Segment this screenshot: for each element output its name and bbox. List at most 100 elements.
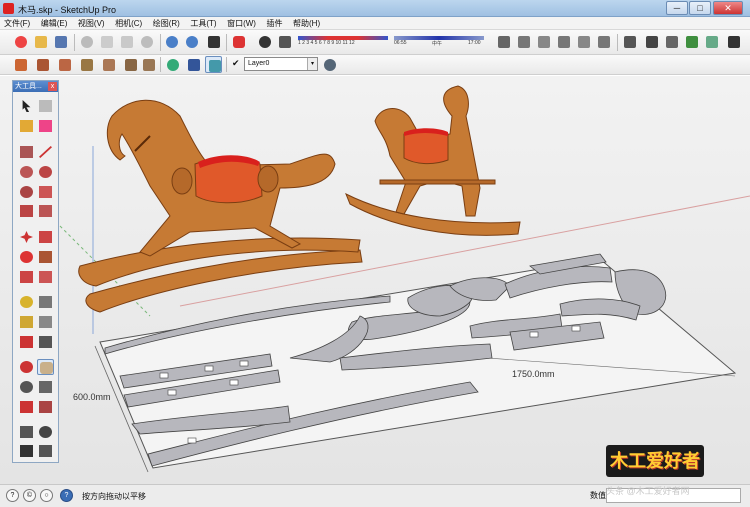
select-icon[interactable] <box>18 98 35 114</box>
geo-location-icon[interactable]: ? <box>6 489 19 502</box>
zoom-window-icon[interactable] <box>37 379 54 395</box>
tape-measure-icon[interactable] <box>18 294 35 310</box>
cut-icon[interactable] <box>78 33 96 51</box>
shadow-settings-icon[interactable] <box>276 33 294 51</box>
3d-text-icon[interactable] <box>37 334 54 350</box>
secondary-toolbar: ✔ Layer0 ▾ <box>0 55 750 75</box>
model-canvas[interactable]: 600.0mm 1750.0mm <box>0 76 750 484</box>
section-plane-tool-icon[interactable] <box>37 443 54 459</box>
top-view-icon[interactable] <box>515 33 533 51</box>
menu-camera[interactable]: 相机(C) <box>111 17 146 30</box>
model-viewport[interactable]: 600.0mm 1750.0mm <box>0 76 750 484</box>
look-around-icon[interactable] <box>37 424 54 440</box>
scale-icon[interactable] <box>18 269 35 285</box>
text-icon[interactable] <box>37 314 54 330</box>
instructor-icon[interactable]: ? <box>60 489 73 502</box>
credits-icon[interactable]: © <box>23 489 36 502</box>
right-view-icon[interactable] <box>555 33 573 51</box>
drape-icon[interactable] <box>100 56 117 73</box>
new-file-icon[interactable] <box>12 33 30 51</box>
freehand-icon[interactable] <box>37 184 54 200</box>
undo-icon[interactable] <box>163 33 181 51</box>
left-view-icon[interactable] <box>595 33 613 51</box>
follow-me-icon[interactable] <box>37 249 54 265</box>
close-button[interactable]: ✕ <box>713 1 743 15</box>
display-shadows-icon[interactable] <box>256 33 274 51</box>
back-view-icon[interactable] <box>575 33 593 51</box>
zoom-extents-icon[interactable] <box>18 399 35 415</box>
shaded-icon[interactable] <box>683 33 701 51</box>
rotate-icon[interactable] <box>18 249 35 265</box>
flip-edge-icon[interactable] <box>140 56 157 73</box>
xray-icon[interactable] <box>621 33 639 51</box>
erase-icon[interactable] <box>138 33 156 51</box>
arc-icon[interactable] <box>37 164 54 180</box>
layer-manager-icon[interactable] <box>321 56 338 73</box>
push-pull-icon[interactable] <box>37 229 54 245</box>
move-icon[interactable] <box>18 229 35 245</box>
eraser-icon[interactable] <box>37 118 54 134</box>
position-camera-tool-icon[interactable] <box>18 424 35 440</box>
menu-window[interactable]: 窗口(W) <box>223 17 260 30</box>
menu-file[interactable]: 文件(F) <box>0 17 34 30</box>
front-view-icon[interactable] <box>535 33 553 51</box>
minimize-button[interactable]: ─ <box>666 1 688 15</box>
offset-icon[interactable] <box>37 269 54 285</box>
zoom-icon[interactable] <box>18 379 35 395</box>
menu-draw[interactable]: 绘图(R) <box>149 17 184 30</box>
user-icon[interactable]: ○ <box>40 489 53 502</box>
walk-icon[interactable] <box>18 443 35 459</box>
model-info-icon[interactable] <box>230 33 248 51</box>
pan-hand-icon[interactable] <box>37 359 54 375</box>
window-title: 木马.skp - SketchUp Pro <box>18 5 117 15</box>
wireframe-icon[interactable] <box>643 33 661 51</box>
menu-help[interactable]: 帮助(H) <box>289 17 324 30</box>
sandbox-icon[interactable] <box>12 56 29 73</box>
section-plane-icon[interactable] <box>205 56 222 73</box>
orbit-tool-icon[interactable] <box>18 359 35 375</box>
menu-tools[interactable]: 工具(T) <box>186 17 220 30</box>
position-camera-icon[interactable] <box>185 56 202 73</box>
component-icon[interactable] <box>37 98 54 114</box>
dimension-icon[interactable] <box>37 294 54 310</box>
smoove-icon[interactable] <box>56 56 73 73</box>
hidden-line-icon[interactable] <box>663 33 681 51</box>
orbit-icon[interactable] <box>164 56 181 73</box>
maximize-button[interactable]: □ <box>689 1 711 15</box>
menu-edit[interactable]: 编辑(E) <box>37 17 72 30</box>
copy-icon[interactable] <box>98 33 116 51</box>
pie-icon[interactable] <box>37 203 54 219</box>
print-icon[interactable] <box>205 33 223 51</box>
palette-close-button[interactable]: x <box>48 82 57 91</box>
circle-icon[interactable] <box>18 164 35 180</box>
layer-visible-checkmark-icon[interactable]: ✔ <box>232 58 240 69</box>
shadow-time-slider[interactable]: 06:55 中午 17:00 <box>394 36 484 50</box>
shaded-textures-icon[interactable] <box>703 33 721 51</box>
paint-bucket-icon[interactable] <box>18 118 35 134</box>
layer-dropdown-arrow-icon[interactable]: ▾ <box>307 58 317 70</box>
add-detail-icon[interactable] <box>122 56 139 73</box>
menu-view[interactable]: 视图(V) <box>74 17 109 30</box>
menu-plugins[interactable]: 插件 <box>263 17 287 30</box>
redo-icon[interactable] <box>183 33 201 51</box>
axes-icon[interactable] <box>18 334 35 350</box>
save-icon[interactable] <box>52 33 70 51</box>
protractor-icon[interactable] <box>18 314 35 330</box>
sketchup-app-icon[interactable] <box>3 3 14 14</box>
polygon-icon[interactable] <box>18 184 35 200</box>
monochrome-icon[interactable] <box>725 33 743 51</box>
stamp-icon[interactable] <box>78 56 95 73</box>
iso-view-icon[interactable] <box>495 33 513 51</box>
paste-icon[interactable] <box>118 33 136 51</box>
shadow-month-slider[interactable]: 1 2 3 4 5 6 7 8 9 10 11 12 <box>298 36 388 50</box>
previous-view-icon[interactable] <box>37 399 54 415</box>
rectangle-icon[interactable] <box>18 144 35 160</box>
shadow-time-end: 17:00 <box>468 40 481 46</box>
open-file-icon[interactable] <box>32 33 50 51</box>
layer-select[interactable]: Layer0 ▾ <box>244 57 318 71</box>
shadow-time-start: 06:55 <box>394 40 407 46</box>
sandbox-scratch-icon[interactable] <box>34 56 51 73</box>
line-icon[interactable] <box>37 144 54 160</box>
layer-current: Layer0 <box>248 60 270 67</box>
two-point-arc-icon[interactable] <box>18 203 35 219</box>
